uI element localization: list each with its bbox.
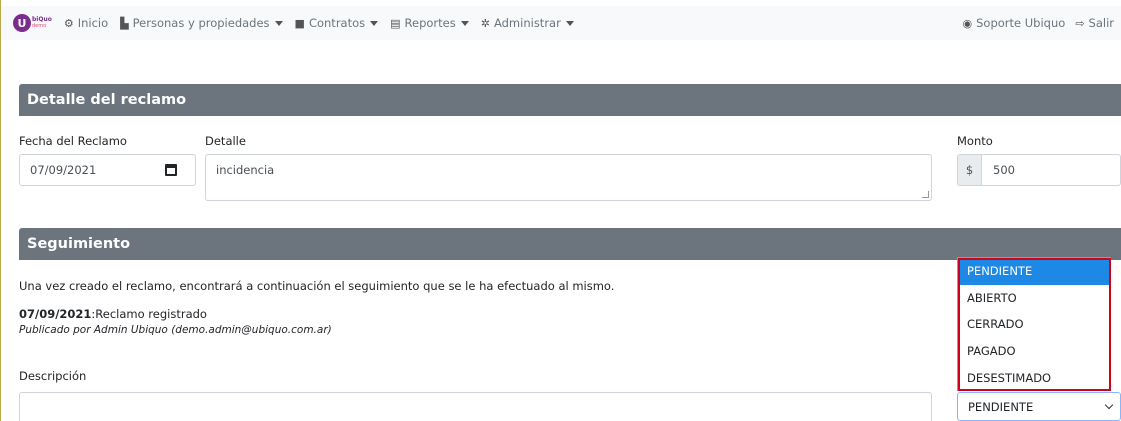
- entry-text: :Reclamo registrado: [91, 307, 207, 321]
- date-value: 07/09/2021: [30, 163, 97, 177]
- followup-section-header: Seguimiento: [19, 228, 1121, 260]
- nav-item-administrar[interactable]: ✲ Administrar: [481, 16, 574, 30]
- nav-item-label: Contratos: [308, 16, 366, 30]
- description-textarea[interactable]: [19, 392, 932, 421]
- nav-right: ◉ Soporte Ubiquo ⇨ Salir: [953, 6, 1114, 40]
- status-dropdown-list: PENDIENTE ABIERTO CERRADO PAGADO DESESTI…: [957, 257, 1111, 391]
- nav-item-label: Administrar: [493, 16, 561, 30]
- detail-value: incidencia: [216, 163, 275, 177]
- detail-label: Detalle: [205, 134, 246, 148]
- dashboard-icon: ⚙: [63, 16, 74, 30]
- calendar-icon[interactable]: [165, 164, 177, 176]
- caret-down-icon: [565, 20, 574, 26]
- caret-down-icon: [274, 20, 283, 26]
- nav-item-label: Salir: [1088, 16, 1114, 30]
- amount-input-group: $ 500: [957, 154, 1121, 186]
- report-icon: ▤: [390, 16, 401, 30]
- gear-icon: ✲: [480, 16, 490, 30]
- description-label: Descripción: [19, 369, 87, 383]
- sign-out-icon: ⇨: [1075, 16, 1085, 30]
- chevron-down-icon: [1104, 400, 1114, 410]
- caret-down-icon: [370, 20, 379, 26]
- detail-textarea[interactable]: incidencia: [205, 154, 932, 201]
- nav-item-salir[interactable]: ⇨ Salir: [1075, 16, 1114, 30]
- nav-left: U biQuo demo ⚙ Inicio ▙ Personas y propi…: [13, 6, 586, 40]
- date-input[interactable]: 07/09/2021: [19, 154, 196, 186]
- nav-item-label: Inicio: [77, 16, 109, 30]
- brand-logo[interactable]: U biQuo demo: [13, 14, 52, 32]
- logo-text: biQuo demo: [32, 17, 52, 30]
- followup-entry: 07/09/2021:Reclamo registrado: [19, 307, 207, 321]
- logo-text-bottom: demo: [32, 23, 47, 29]
- address-book-icon: ▙: [120, 16, 129, 30]
- status-select[interactable]: PENDIENTE: [957, 392, 1121, 421]
- amount-input[interactable]: 500: [982, 154, 1121, 186]
- nav-item-label: Personas y propiedades: [132, 16, 270, 30]
- nav-item-personas[interactable]: ▙ Personas y propiedades: [120, 16, 283, 30]
- status-option-desestimado[interactable]: DESESTIMADO: [958, 364, 1110, 391]
- detail-section-header: Detalle del reclamo: [19, 84, 1121, 116]
- entry-author: Publicado por Admin Ubiquo (demo.admin@u…: [19, 324, 332, 336]
- nav-item-contratos[interactable]: ■ Contratos: [295, 16, 379, 30]
- logo-mark: U: [13, 14, 31, 32]
- followup-info-text: Una vez creado el reclamo, encontrará a …: [19, 279, 615, 293]
- status-option-abierto[interactable]: ABIERTO: [958, 285, 1110, 312]
- status-option-cerrado[interactable]: CERRADO: [958, 311, 1110, 338]
- currency-prefix: $: [957, 154, 982, 186]
- entry-date: 07/09/2021: [19, 307, 92, 321]
- nav-item-soporte[interactable]: ◉ Soporte Ubiquo: [963, 16, 1066, 30]
- contract-icon: ■: [294, 16, 305, 30]
- left-rule: [0, 0, 1, 421]
- user-circle-icon: ◉: [962, 16, 973, 30]
- status-option-pendiente[interactable]: PENDIENTE: [958, 258, 1110, 285]
- nav-item-label: Soporte Ubiquo: [976, 16, 1066, 30]
- nav-item-reportes[interactable]: ▤ Reportes: [390, 16, 469, 30]
- status-option-pagado[interactable]: PAGADO: [958, 338, 1110, 365]
- date-label: Fecha del Reclamo: [19, 134, 127, 148]
- top-navbar: U biQuo demo ⚙ Inicio ▙ Personas y propi…: [1, 6, 1121, 40]
- caret-down-icon: [460, 20, 469, 26]
- status-selected-value: PENDIENTE: [968, 399, 1034, 414]
- nav-item-label: Reportes: [404, 16, 456, 30]
- amount-label: Monto: [957, 134, 993, 148]
- resize-handle-icon[interactable]: [922, 191, 929, 198]
- nav-item-inicio[interactable]: ⚙ Inicio: [64, 16, 108, 30]
